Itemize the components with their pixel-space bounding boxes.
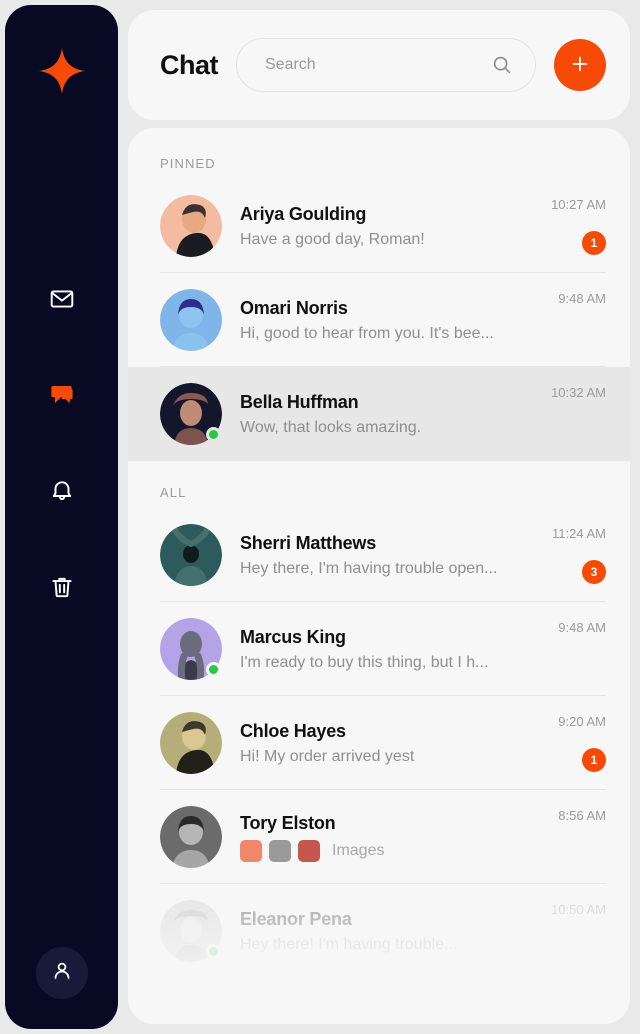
chat-item-name: Ariya Goulding <box>240 203 367 224</box>
chat-item-timestamp: 11:24 AM <box>552 526 606 541</box>
chat-item-meta: 8:56 AM <box>522 806 606 868</box>
chat-list-item[interactable]: Ariya Goulding Have a good day, Roman! 10:… <box>128 179 630 273</box>
avatar <box>160 383 222 445</box>
chat-item-meta: 11:24 AM 3 <box>522 524 606 586</box>
chat-item-preview: I'm ready to buy this thing, but I h... <box>240 653 489 671</box>
chat-item-name: Tory Elston <box>240 812 336 833</box>
avatar <box>160 524 222 586</box>
add-chat-button[interactable] <box>554 39 606 91</box>
avatar <box>160 712 222 774</box>
avatar <box>160 618 222 680</box>
chat-list-item[interactable]: Tory Elston Images 8:56 AM <box>128 790 630 884</box>
online-status-dot <box>206 944 221 959</box>
image-thumbnail[interactable] <box>240 839 262 862</box>
chat-item-timestamp: 10:50 AM <box>551 902 606 917</box>
sidebar-item-chat[interactable] <box>42 375 82 415</box>
chat-item-body: Bella Huffman Wow, that looks amazing. <box>240 392 504 437</box>
chat-item-body: Marcus King I'm ready to buy this thing, … <box>240 627 504 672</box>
image-thumbnail[interactable] <box>298 839 320 862</box>
chat-item-timestamp: 9:20 AM <box>558 714 606 729</box>
sparkle-logo-icon <box>34 43 90 99</box>
chat-item-preview: Hi, good to hear from you. It's bee... <box>240 324 494 342</box>
chat-item-body: Tory Elston Images <box>240 813 504 862</box>
chat-list-item[interactable]: Omari Norris Hi, good to hear from you. I… <box>128 273 630 367</box>
chat-list-item[interactable]: Eleanor Pena Hey there! I'm having troubl… <box>128 884 630 978</box>
plus-icon <box>569 53 591 78</box>
chat-item-body: Chloe Hayes Hi! My order arrived yest <box>240 721 504 766</box>
chat-item-meta: 9:48 AM <box>522 618 606 680</box>
unread-badge: 1 <box>582 748 606 772</box>
chat-item-timestamp: 10:27 AM <box>551 197 606 212</box>
avatar <box>160 806 222 868</box>
chat-item-meta: 10:27 AM 1 <box>522 195 606 257</box>
sidebar-item-mail[interactable] <box>42 279 82 319</box>
avatar <box>160 900 222 962</box>
chat-item-timestamp: 9:48 AM <box>558 620 606 635</box>
avatar <box>160 195 222 257</box>
chat-item-timestamp: 10:32 AM <box>551 385 606 400</box>
chat-item-body: Omari Norris Hi, good to hear from you. I… <box>240 298 504 343</box>
chat-item-name: Sherri Matthews <box>240 532 377 553</box>
search-input[interactable] <box>265 56 483 74</box>
chat-list-item[interactable]: Bella Huffman Wow, that looks amazing. 10:… <box>128 367 630 461</box>
chat-item-meta: 9:48 AM <box>522 289 606 351</box>
online-status-dot <box>206 662 221 677</box>
chat-item-preview: Hi! My order arrived yest <box>240 747 415 765</box>
chat-list-item[interactable]: Chloe Hayes Hi! My order arrived yest 9:20… <box>128 696 630 790</box>
chat-item-name: Bella Huffman <box>240 391 359 412</box>
chat-item-timestamp: 9:48 AM <box>558 291 606 306</box>
sidebar-item-notifications[interactable] <box>42 471 82 511</box>
unread-badge: 1 <box>582 231 606 255</box>
chat-item-name: Chloe Hayes <box>240 720 346 741</box>
chat-item-meta: 10:50 AM <box>522 900 606 962</box>
chat-item-meta: 10:32 AM <box>522 383 606 445</box>
sidebar <box>5 5 118 1029</box>
section-label-pinned: PINNED <box>160 156 216 171</box>
chat-item-body: Eleanor Pena Hey there! I'm having troubl… <box>240 909 504 954</box>
chat-list: PINNED Ariya Goulding Have a good day, Ro… <box>128 128 630 1024</box>
section-label-all: ALL <box>160 485 187 500</box>
chat-item-body: Sherri Matthews Hey there, I'm having tro… <box>240 533 504 578</box>
online-status-dot <box>206 427 221 442</box>
chat-item-preview: Hey there! I'm having trouble... <box>240 935 458 953</box>
chat-item-name: Marcus King <box>240 626 346 647</box>
user-icon <box>50 959 74 988</box>
image-thumbnail[interactable] <box>269 839 291 862</box>
chat-item-preview: Have a good day, Roman! <box>240 230 425 248</box>
chat-item-preview: Wow, that looks amazing. <box>240 418 422 436</box>
chat-list-item[interactable]: Sherri Matthews Hey there, I'm having tro… <box>128 508 630 602</box>
chat-header: Chat <box>128 10 630 120</box>
app-root: Chat PINNED <box>0 0 640 1034</box>
search-icon <box>491 54 513 76</box>
chat-item-name: Eleanor Pena <box>240 908 352 929</box>
sidebar-item-trash[interactable] <box>42 567 82 607</box>
profile-avatar-button[interactable] <box>35 947 88 999</box>
chat-list-item[interactable]: Marcus King I'm ready to buy this thing, … <box>128 602 630 696</box>
sidebar-nav <box>42 279 82 607</box>
chat-item-preview: Hey there, I'm having trouble open... <box>240 559 498 577</box>
chat-item-timestamp: 8:56 AM <box>558 808 606 823</box>
attachment-label: Images <box>332 841 385 859</box>
page-title: Chat <box>160 49 219 80</box>
chat-item-name: Omari Norris <box>240 297 348 318</box>
avatar <box>160 289 222 351</box>
chat-item-preview: Images <box>240 839 504 862</box>
search-field[interactable] <box>236 38 536 92</box>
chat-item-body: Ariya Goulding Have a good day, Roman! <box>240 204 504 249</box>
unread-badge: 3 <box>582 560 606 584</box>
chat-item-meta: 9:20 AM 1 <box>522 712 606 774</box>
